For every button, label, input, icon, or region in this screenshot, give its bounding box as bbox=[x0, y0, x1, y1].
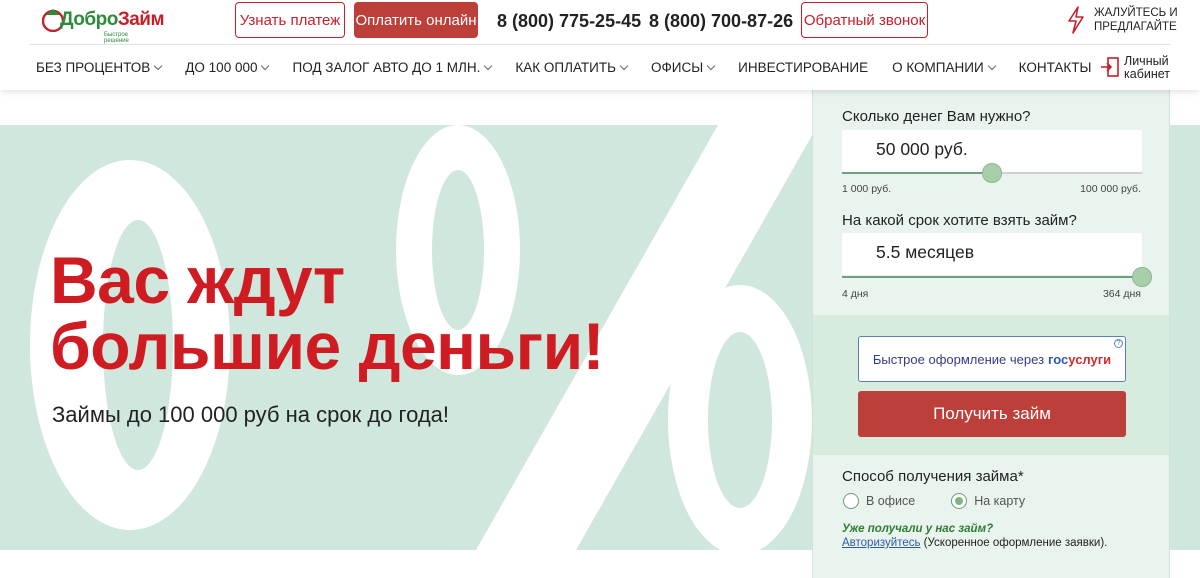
amount-min: 1 000 руб. bbox=[842, 183, 892, 195]
gosuslugi-logo-part-2: услуги bbox=[1068, 351, 1112, 367]
chevron-down-icon bbox=[619, 61, 629, 71]
nav-item-5[interactable]: ИНВЕСТИРОВАНИЕ bbox=[738, 60, 868, 75]
amount-slider[interactable] bbox=[842, 163, 1142, 183]
amount-slider-thumb[interactable] bbox=[982, 163, 1002, 183]
method-card-radio[interactable] bbox=[951, 493, 968, 509]
amount-slider-fill bbox=[842, 172, 992, 174]
phone-1[interactable]: 8 (800) 775-25-45 bbox=[497, 11, 641, 32]
nav-item-label: ИНВЕСТИРОВАНИЕ bbox=[738, 60, 869, 75]
nav-item-label: КАК ОПЛАТИТЬ bbox=[515, 60, 616, 75]
amount-value: 50 000 руб. bbox=[876, 139, 968, 159]
nav-item-4[interactable]: ОФИСЫ bbox=[650, 60, 716, 75]
hero-subtitle: Займы до 100 000 руб на срок до года! bbox=[52, 402, 449, 427]
phone-2[interactable]: 8 (800) 700-87-26 bbox=[649, 11, 793, 32]
nav-item-label: О КОМПАНИИ bbox=[892, 60, 984, 75]
nav-item-label: ПОД ЗАЛОГ АВТО ДО 1 МЛН. bbox=[292, 60, 481, 75]
nav-item-0[interactable]: БЕЗ ПРОЦЕНТОВ bbox=[36, 60, 163, 75]
term-slider[interactable] bbox=[842, 267, 1152, 287]
term-slider-thumb[interactable] bbox=[1132, 267, 1152, 287]
hero-title-line-2: большие деньги! bbox=[50, 309, 605, 383]
already-customer-label: Уже получали у нас займ? bbox=[842, 523, 994, 535]
header-divider bbox=[30, 44, 1170, 45]
logo-text: ДоброЗайм bbox=[60, 9, 165, 30]
nav-item-1[interactable]: ДО 100 000 bbox=[185, 60, 270, 75]
chevron-down-icon bbox=[261, 61, 270, 71]
hero-title-line-1: Вас ждут bbox=[50, 243, 345, 317]
term-label: На какой срок хотите взять займ? bbox=[842, 212, 1077, 229]
chevron-down-icon bbox=[484, 61, 493, 71]
method-options: В офисе На карту bbox=[843, 493, 1025, 509]
gosuslugi-prefix: Быстрое оформление через bbox=[872, 351, 1045, 367]
loan-calculator: Сколько денег Вам нужно? 50 000 руб. 1 0… bbox=[812, 90, 1170, 578]
term-min: 4 дня bbox=[842, 288, 869, 300]
method-label: Способ получения займа* bbox=[842, 468, 1024, 485]
personal-cabinet-link[interactable]: Личный кабинет bbox=[1100, 54, 1190, 82]
complain-line-2: ПРЕДЛАГАЙТЕ bbox=[1094, 21, 1177, 33]
complain-line-1: ЖАЛУЙТЕСЬ И bbox=[1094, 7, 1178, 19]
cabinet-line-2: кабинет bbox=[1124, 67, 1171, 81]
authorize-link[interactable]: Авторизуйтесь bbox=[842, 537, 920, 549]
chevron-down-icon bbox=[987, 61, 996, 71]
check-payment-button[interactable]: Узнать платеж bbox=[235, 2, 345, 38]
gosuslugi-button[interactable]: Быстрое оформление через гос услуги ? bbox=[858, 336, 1126, 382]
nav-item-label: КОНТАКТЫ bbox=[1018, 60, 1092, 75]
nav-item-6[interactable]: О КОМПАНИИ bbox=[892, 60, 996, 75]
method-card-label[interactable]: На карту bbox=[974, 494, 1025, 508]
nav-item-label: ОФИСЫ bbox=[650, 60, 704, 75]
amount-max: 100 000 руб. bbox=[1080, 183, 1141, 195]
hero-title: Вас ждут большие деньги! bbox=[50, 243, 605, 383]
help-icon[interactable]: ? bbox=[1114, 339, 1123, 348]
pay-online-button[interactable]: Оплатить онлайн bbox=[354, 2, 478, 38]
nav-item-2[interactable]: ПОД ЗАЛОГ АВТО ДО 1 МЛН. bbox=[292, 60, 493, 75]
login-door-icon bbox=[1101, 57, 1119, 77]
gosuslugi-logo-part-1: гос bbox=[1048, 351, 1069, 367]
logo[interactable]: ДоброЗайм Быстрое решение bbox=[42, 6, 165, 44]
method-office-label[interactable]: В офисе bbox=[866, 494, 915, 508]
chevron-down-icon bbox=[154, 61, 163, 71]
get-loan-button[interactable]: Получить займ bbox=[858, 391, 1126, 437]
term-max: 364 дня bbox=[1102, 288, 1141, 300]
auth-note: (Ускоренное оформление заявки). bbox=[920, 537, 1108, 549]
lightning-icon bbox=[1068, 6, 1084, 34]
logo-subtitle: Быстрое решение bbox=[104, 32, 129, 44]
nav-item-label: ДО 100 000 bbox=[185, 60, 258, 75]
chevron-down-icon bbox=[706, 61, 716, 71]
nav-item-7[interactable]: КОНТАКТЫ bbox=[1019, 60, 1092, 75]
nav-item-label: БЕЗ ПРОЦЕНТОВ bbox=[36, 60, 151, 75]
amount-label: Сколько денег Вам нужно? bbox=[842, 108, 1031, 125]
callback-button[interactable]: Обратный звонок bbox=[801, 2, 928, 38]
nav-item-3[interactable]: КАК ОПЛАТИТЬ bbox=[515, 60, 629, 75]
term-field[interactable]: 5.5 месяцев bbox=[842, 233, 1142, 275]
auth-line: Авторизуйтесь (Ускоренное оформление зая… bbox=[842, 537, 1107, 549]
site-header: ДоброЗайм Быстрое решение Узнать платеж … bbox=[0, 0, 1200, 90]
method-office-radio[interactable] bbox=[843, 493, 859, 509]
term-slider-fill bbox=[842, 276, 1142, 278]
term-value: 5.5 месяцев bbox=[876, 242, 975, 262]
complain-link[interactable]: ЖАЛУЙТЕСЬ И ПРЕДЛАГАЙТЕ bbox=[1066, 4, 1200, 36]
main-nav: БЕЗ ПРОЦЕНТОВ ДО 100 000 ПОД ЗАЛОГ АВТО ДО… bbox=[36, 60, 1116, 75]
